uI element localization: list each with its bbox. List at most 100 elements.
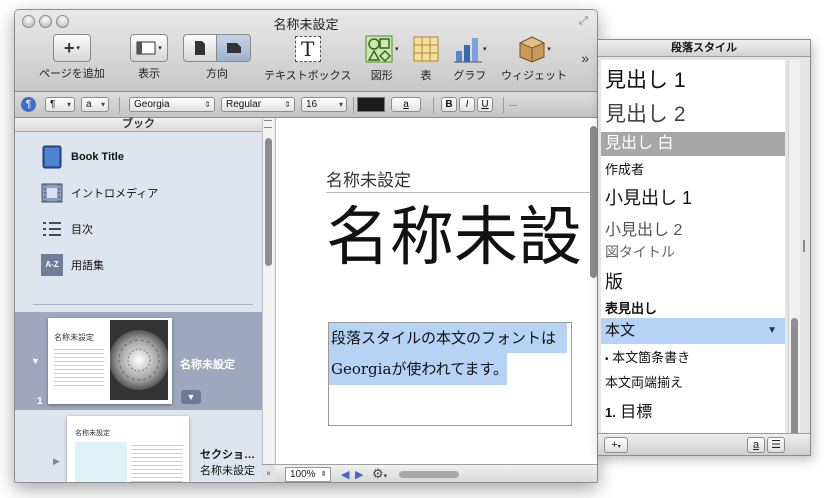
- drawer-title: 段落スタイル: [598, 40, 810, 57]
- toolbar-overflow-icon[interactable]: »: [581, 50, 589, 66]
- table-tool[interactable]: 表: [413, 34, 439, 83]
- add-style-button[interactable]: +▾: [604, 437, 628, 453]
- chart-tool[interactable]: ▾ グラフ: [453, 34, 487, 83]
- sidebar-divider: [33, 304, 253, 305]
- font-style-popup[interactable]: Regular ⇕: [221, 97, 295, 112]
- updown-icon: ⇕: [284, 100, 291, 109]
- style-item[interactable]: 見出し 1: [601, 64, 785, 94]
- shapes-tool[interactable]: ▾ 図形: [365, 34, 399, 83]
- style-item[interactable]: 本文両端揃え: [601, 372, 785, 391]
- landscape-button[interactable]: [217, 34, 251, 62]
- horizontal-scroll-knob[interactable]: [399, 471, 459, 478]
- divider: [433, 97, 434, 113]
- sidebar-item-glossary[interactable]: A-Z 用語集: [41, 254, 104, 276]
- add-page-tool[interactable]: + ▾ ページを追加: [39, 34, 105, 81]
- highlight-color-button[interactable]: a: [391, 97, 421, 112]
- next-page-icon[interactable]: ▶: [355, 468, 363, 481]
- zoom-popup[interactable]: 100% ⇕: [285, 467, 331, 482]
- style-item[interactable]: 1. 目標: [601, 398, 785, 422]
- window-title: 名称未設定: [273, 17, 339, 32]
- divider: [503, 97, 504, 113]
- portrait-button[interactable]: [183, 34, 217, 62]
- italic-button[interactable]: I: [459, 97, 475, 112]
- text-box[interactable]: 段落スタイルの本文のフォントは Georgiaが使われてます。: [328, 322, 572, 426]
- bottom-bar: 100% ⇕ ◀ ▶ ⚙▾: [275, 464, 597, 482]
- style-item-label: 本文: [605, 322, 636, 339]
- gear-icon[interactable]: ⚙▾: [372, 466, 387, 482]
- chevron-down-icon: ▾: [338, 100, 343, 109]
- style-item-selected[interactable]: 本文 ▼: [601, 318, 785, 344]
- table-label: 表: [420, 70, 432, 82]
- bold-button[interactable]: B: [441, 97, 457, 112]
- disclosure-triangle-icon[interactable]: ▼: [31, 356, 40, 366]
- font-family-popup[interactable]: Georgia ⇕: [129, 97, 215, 112]
- view-label: 表示: [138, 68, 160, 80]
- bullet-icon: •: [605, 354, 609, 365]
- drawer-resize-handle[interactable]: [803, 240, 805, 252]
- widget-label: ウィジェット: [501, 70, 567, 82]
- previous-page-icon[interactable]: ◀: [341, 468, 349, 481]
- page-thumbnail-image: 名称未設定: [48, 318, 172, 404]
- character-styles-button[interactable]: a: [747, 437, 765, 453]
- underline-button[interactable]: U: [477, 97, 493, 112]
- resize-handle-icon[interactable]: ⏸: [262, 464, 275, 482]
- fullscreen-icon[interactable]: ⤢: [579, 15, 591, 27]
- view-tool[interactable]: ▾ 表示: [130, 34, 168, 81]
- page-menu-button[interactable]: ▼: [181, 390, 201, 404]
- text-color-well[interactable]: [357, 97, 385, 112]
- divider: [119, 97, 120, 113]
- chevron-down-icon: ▾: [617, 444, 621, 450]
- style-item[interactable]: 小見出し 1: [601, 184, 785, 210]
- format-overflow[interactable]: ...: [509, 98, 517, 109]
- style-item[interactable]: 小見出し 2: [601, 216, 785, 240]
- paragraph-style-popup[interactable]: ¶ ▾: [45, 97, 75, 112]
- disclosure-triangle-icon[interactable]: ▶: [53, 456, 60, 467]
- list-styles-button[interactable]: ☰: [767, 437, 785, 453]
- style-item[interactable]: 見出し 2: [601, 98, 785, 128]
- chevron-down-icon[interactable]: ▼: [767, 318, 777, 344]
- document-title[interactable]: 名称未設: [326, 198, 597, 278]
- add-page-label: ページを追加: [39, 68, 105, 80]
- canvas-scroll-knob[interactable]: [590, 126, 597, 278]
- zoom-value: 100%: [290, 469, 316, 480]
- style-item[interactable]: 作成者: [601, 159, 785, 178]
- paragraph-styles-drawer: 段落スタイル 見出し 1 見出し 2 見出し 白 作成者 小見出し 1 小見出し…: [598, 39, 811, 456]
- style-item[interactable]: • 本文箇条書き: [601, 347, 785, 366]
- styles-scroll-knob[interactable]: [791, 318, 798, 436]
- thumbnail-text-lines: [54, 346, 104, 386]
- style-item[interactable]: 図タイトル: [601, 242, 785, 262]
- sidebar-item-book-title[interactable]: Book Title: [41, 145, 124, 169]
- format-bar: ¶ ¶ ▾ a ▾ Georgia ⇕ Regular ⇕ 16 ▾ a B I U ..…: [15, 92, 597, 118]
- font-size-combo[interactable]: 16 ▾: [301, 97, 347, 112]
- character-style-popup[interactable]: a ▾: [81, 97, 109, 112]
- updown-icon: ⇕: [204, 100, 211, 109]
- styles-scrollbar[interactable]: [788, 60, 800, 438]
- chart-label: グラフ: [453, 70, 487, 82]
- font-style-value: Regular: [226, 99, 262, 110]
- style-item[interactable]: 表見出し: [601, 298, 785, 317]
- chevron-down-icon: ▾: [100, 100, 105, 109]
- add-page-icon: + ▾: [52, 34, 91, 62]
- sidebar-scroll-knob[interactable]: [265, 138, 272, 266]
- style-item[interactable]: 版: [601, 268, 785, 294]
- character-style-symbol: a: [86, 99, 92, 110]
- section-sublabel: 名称未設定: [200, 465, 255, 477]
- page-thumbnail-selected[interactable]: ▼ 1 名称未設定 名称未設定 ▼: [15, 312, 262, 410]
- thumbnail-text-lines: [131, 442, 183, 482]
- page-header-text[interactable]: 名称未設定: [326, 166, 411, 191]
- style-item-label: 本文箇条書き: [612, 350, 691, 365]
- style-item[interactable]: 見出し 白: [601, 132, 785, 156]
- sidebar-scrollbar[interactable]: [262, 118, 274, 482]
- sidebar-item-toc[interactable]: 目次: [41, 218, 93, 240]
- textbox-tool[interactable]: T テキストボックス: [264, 34, 351, 83]
- widget-tool[interactable]: ▾ ウィジェット: [501, 34, 567, 83]
- book-icon: [41, 145, 63, 169]
- document-canvas[interactable]: 名称未設定 名称未設 段落スタイルの本文のフォントは Georgiaが使われてま…: [275, 118, 597, 464]
- split-handle-icon[interactable]: [264, 120, 272, 128]
- body-text-line[interactable]: 段落スタイルの本文のフォントは: [331, 327, 556, 348]
- orientation-tool[interactable]: 方向: [183, 34, 251, 81]
- styles-list[interactable]: 見出し 1 見出し 2 見出し 白 作成者 小見出し 1 小見出し 2 図タイト…: [601, 60, 785, 438]
- sidebar-item-intro-media[interactable]: イントロメディア: [41, 182, 158, 204]
- styles-drawer-toggle[interactable]: ¶: [21, 97, 36, 112]
- body-text-line[interactable]: Georgiaが使われてます。: [331, 358, 508, 379]
